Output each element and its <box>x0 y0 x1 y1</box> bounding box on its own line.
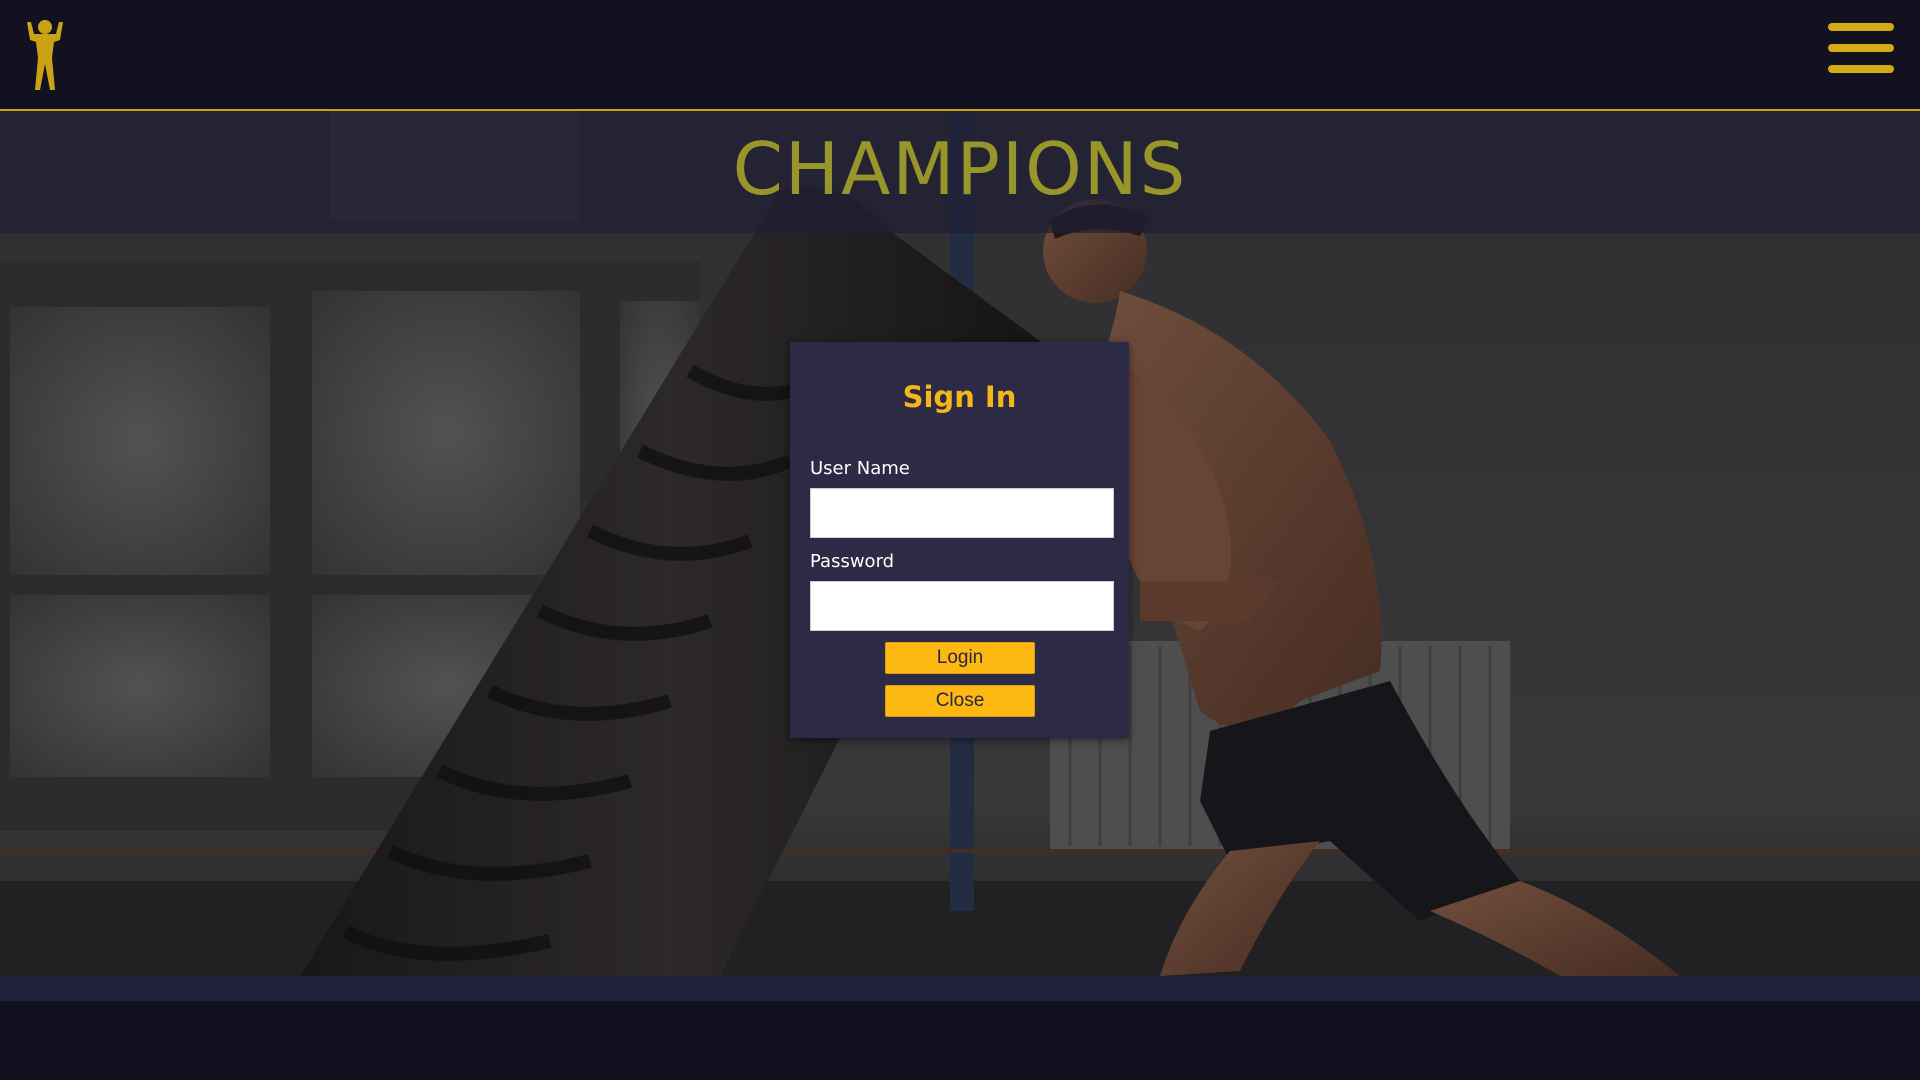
footer-strip <box>0 976 1920 1001</box>
username-label: User Name <box>810 458 910 479</box>
username-input[interactable] <box>810 488 1114 538</box>
signin-title: Sign In <box>902 380 1017 414</box>
password-label: Password <box>810 551 895 572</box>
password-input[interactable] <box>810 581 1114 631</box>
hamburger-menu-icon[interactable] <box>1828 23 1894 73</box>
signin-panel: Sign In User Name Password Login Close <box>790 342 1129 738</box>
weightlifter-icon[interactable] <box>22 18 68 92</box>
top-navbar <box>0 0 1920 111</box>
close-button[interactable]: Close <box>885 685 1035 717</box>
brand-title: CHAMPIONS <box>732 127 1188 211</box>
title-band: CHAMPIONS <box>0 111 1920 233</box>
login-button[interactable]: Login <box>885 642 1035 674</box>
